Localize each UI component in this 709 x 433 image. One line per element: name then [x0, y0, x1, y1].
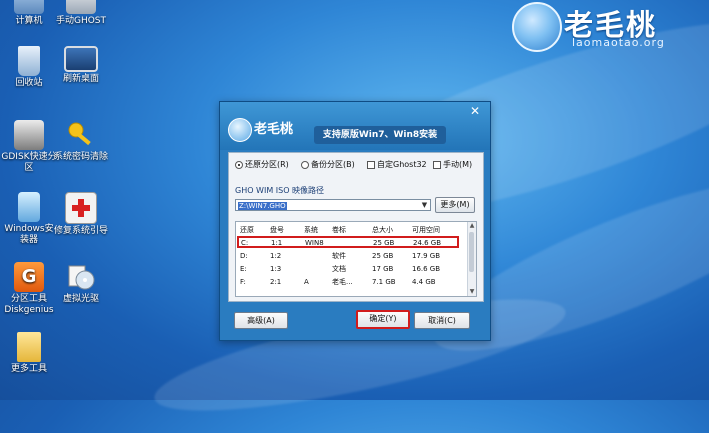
- desktop-icon-label: 回收站: [15, 78, 43, 88]
- restore-partition-option[interactable]: 还原分区(R): [235, 159, 289, 170]
- table-cell: WIN8: [305, 239, 324, 247]
- close-button[interactable]: ✕: [467, 104, 483, 118]
- mode-options: 还原分区(R) 备份分区(B) 自定Ghost32 手动(M): [235, 159, 479, 173]
- table-cell: D:: [240, 252, 248, 260]
- image-path-select[interactable]: Z:\WIN7.GHO ▼: [235, 199, 431, 211]
- cd-drive-icon: [66, 262, 96, 292]
- folder-icon: [17, 332, 41, 362]
- table-cell: 16.6 GB: [412, 265, 441, 273]
- table-cell: 1:1: [271, 239, 283, 247]
- desktop-icon-computer[interactable]: 计算机: [0, 0, 58, 27]
- key-icon: [66, 120, 96, 150]
- confirm-button[interactable]: 确定(Y): [356, 310, 410, 329]
- column-header: 卷标: [332, 226, 346, 234]
- table-cell: C:: [241, 239, 249, 247]
- custom-ghost-checkbox[interactable]: 自定Ghost32: [367, 159, 427, 170]
- first-aid-icon: [65, 192, 97, 224]
- table-cell: 老毛...: [332, 278, 353, 286]
- table-cell: E:: [240, 265, 247, 273]
- option-label: 备份分区(B): [311, 160, 355, 169]
- ghost-icon: [66, 0, 96, 14]
- column-header: 可用空间: [412, 226, 440, 234]
- partition-table: 还原 盘号 系统 卷标 总大小 可用空间 C: 1:1 WIN8 25 GB 2…: [235, 221, 477, 297]
- brand-logo: 老毛桃 laomaotao.org: [512, 0, 702, 52]
- table-cell: 2:1: [270, 278, 282, 286]
- image-path-label: GHO WIM ISO 映像路径: [235, 186, 325, 195]
- desktop-icon-label: 修复系统引导: [53, 226, 108, 236]
- backup-partition-option[interactable]: 备份分区(B): [301, 159, 355, 170]
- dialog-brand: 老毛桃: [254, 122, 294, 137]
- desktop-icon-label: GDISK快速分区: [1, 152, 57, 173]
- table-cell: 24.6 GB: [413, 239, 442, 247]
- table-cell: 25 GB: [372, 252, 394, 260]
- table-cell: 1:2: [270, 252, 282, 260]
- table-cell: 4.4 GB: [412, 278, 436, 286]
- option-label: 还原分区(R): [245, 160, 289, 169]
- radio-icon: [301, 160, 309, 169]
- checkbox-icon: [433, 160, 441, 169]
- table-scrollbar[interactable]: ▲ ▼: [467, 222, 476, 296]
- diskgenius-icon: G: [14, 262, 44, 292]
- installer-icon: [18, 192, 40, 222]
- manual-checkbox[interactable]: 手动(M): [433, 159, 472, 170]
- table-cell: A: [304, 278, 309, 286]
- option-label: 自定Ghost32: [377, 160, 427, 169]
- brand-logo-url: laomaotao.org: [572, 36, 665, 49]
- more-button[interactable]: 更多(M): [435, 197, 475, 213]
- column-header: 系统: [304, 226, 318, 234]
- desktop-icon-repair-boot[interactable]: 修复系统引导: [52, 192, 110, 237]
- advanced-button[interactable]: 高级(A): [234, 312, 288, 329]
- peach-logo-icon: [228, 118, 252, 142]
- dialog-body: 还原分区(R) 备份分区(B) 自定Ghost32 手动(M) GHO WIM …: [228, 152, 484, 302]
- desktop-icon-more-tools[interactable]: 更多工具: [0, 332, 58, 375]
- desktop-icon-label: 更多工具: [10, 364, 47, 374]
- desktop-icon-label: 分区工具Diskgenius: [4, 294, 54, 315]
- column-header: 盘号: [270, 226, 284, 234]
- peach-logo-icon: [512, 2, 562, 52]
- table-cell: 17.9 GB: [412, 252, 441, 260]
- computer-icon: [14, 0, 44, 14]
- ghost-restore-dialog: 老毛桃 支持原版Win7、Win8安装 ✕ 还原分区(R) 备份分区(B) 自定…: [219, 101, 491, 341]
- desktop-icon-manual-ghost[interactable]: 手动GHOST: [52, 0, 110, 27]
- desktop-icon-virtual-drive[interactable]: 虚拟光驱: [52, 262, 110, 305]
- disk-tool-icon: [14, 120, 44, 150]
- table-cell: 文档: [332, 265, 346, 273]
- dialog-header: 老毛桃 支持原版Win7、Win8安装 ✕: [220, 102, 490, 150]
- desktop-icon-label: 刷新桌面: [62, 74, 99, 84]
- scroll-down-icon[interactable]: ▼: [468, 288, 476, 296]
- monitor-icon: [64, 46, 98, 72]
- desktop-icon-password-clear[interactable]: 系统密码清除: [52, 120, 110, 163]
- option-label: 手动(M): [443, 160, 473, 169]
- radio-selected-icon: [235, 160, 243, 169]
- recycle-bin-icon: [18, 46, 40, 76]
- desktop-icon-recycle-bin[interactable]: 回收站: [0, 46, 58, 89]
- desktop-icon-label: 计算机: [15, 16, 43, 26]
- scroll-up-icon[interactable]: ▲: [468, 222, 476, 230]
- table-cell: 软件: [332, 252, 346, 260]
- column-header: 还原: [240, 226, 254, 234]
- desktop-icon-label: 虚拟光驱: [62, 294, 99, 304]
- dialog-slogan: 支持原版Win7、Win8安装: [314, 126, 446, 144]
- scrollbar-thumb[interactable]: [469, 232, 474, 272]
- desktop-icon-diskgenius[interactable]: G 分区工具Diskgenius: [0, 262, 58, 316]
- table-cell: 25 GB: [373, 239, 395, 247]
- desktop-icon-label: 系统密码清除: [53, 152, 108, 162]
- desktop-icon-refresh-desktop[interactable]: 刷新桌面: [52, 46, 110, 85]
- desktop-icon-gdisk[interactable]: GDISK快速分区: [0, 120, 58, 174]
- table-cell: 17 GB: [372, 265, 394, 273]
- table-cell: 7.1 GB: [372, 278, 396, 286]
- image-path-value: Z:\WIN7.GHO: [238, 202, 287, 210]
- desktop-icon-windows-installer[interactable]: Windows安装器: [0, 192, 58, 246]
- desktop-icon-label: 手动GHOST: [55, 16, 107, 26]
- chevron-down-icon[interactable]: ▼: [420, 201, 429, 209]
- table-row[interactable]: C: 1:1 WIN8 25 GB 24.6 GB: [237, 236, 459, 248]
- checkbox-icon: [367, 160, 375, 169]
- desktop-icon-label: Windows安装器: [4, 224, 54, 245]
- column-header: 总大小: [372, 226, 393, 234]
- table-cell: F:: [240, 278, 246, 286]
- table-cell: 1:3: [270, 265, 282, 273]
- cancel-button[interactable]: 取消(C): [414, 312, 470, 329]
